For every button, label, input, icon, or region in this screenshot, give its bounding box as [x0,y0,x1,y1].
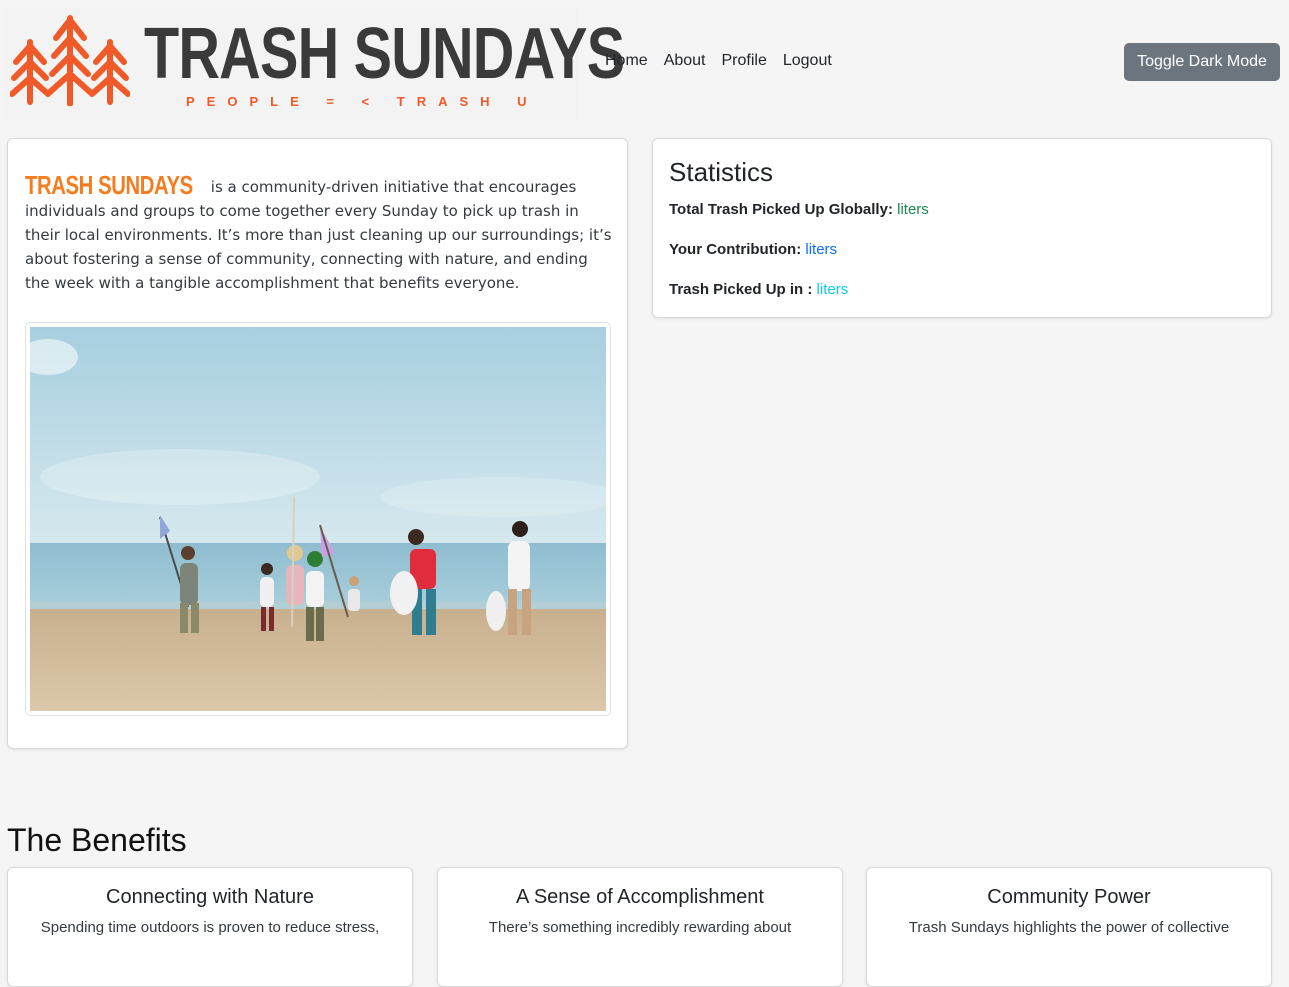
intro-card: TRASH SUNDAYS is a community-driven init… [7,138,628,749]
brand-title: TRASH SUNDAYS [144,14,625,94]
nav-profile[interactable]: Profile [722,52,767,70]
stat-your-contribution-label: Your Contribution: [669,241,802,258]
pine-trees-icon [10,15,130,106]
benefits-heading: The Benefits [7,822,187,858]
nav-about[interactable]: About [664,52,706,70]
stat-total-global: Total Trash Picked Up Globally: liters [669,201,929,218]
benefit-title: A Sense of Accomplishment [516,886,764,908]
statistics-title: Statistics [669,157,774,187]
stat-picked-up-in-value: liters [816,281,849,298]
benefit-description: Trash Sundays highlights the power of co… [908,919,1230,936]
main-nav: Home About Profile Logout [605,52,832,70]
benefit-description: Spending time outdoors is proven to redu… [40,919,380,936]
brand-tagline: PEOPLE = < TRASH U [186,94,539,109]
nav-home[interactable]: Home [605,52,648,70]
benefit-card-accomplishment: A Sense of Accomplishment There’s someth… [437,867,843,987]
stat-picked-up-in-label: Trash Picked Up in : [669,281,813,298]
benefit-description: There’s something incredibly rewarding a… [488,919,792,936]
intro-brand-name: TRASH SUNDAYS [25,170,193,200]
nav-logout[interactable]: Logout [783,52,832,70]
stat-your-contribution-value: liters [805,241,838,258]
stat-picked-up-in: Trash Picked Up in : liters [669,281,848,298]
benefit-card-community: Community Power Trash Sundays highlights… [866,867,1272,987]
toggle-dark-mode-button[interactable]: Toggle Dark Mode [1124,43,1280,81]
site-logo[interactable]: TRASH SUNDAYS PEOPLE = < TRASH U [4,8,625,120]
site-header: TRASH SUNDAYS PEOPLE = < TRASH U Home Ab… [0,0,1289,125]
benefit-title: Connecting with Nature [106,886,314,908]
photo-frame [25,322,611,716]
benefit-title: Community Power [987,886,1151,908]
stat-your-contribution: Your Contribution: liters [669,241,837,258]
statistics-card: Statistics Total Trash Picked Up Globall… [652,138,1272,318]
benefit-card-nature: Connecting with Nature Spending time out… [7,867,413,987]
intro-paragraph: TRASH SUNDAYS is a community-driven init… [25,170,615,295]
stat-total-global-value: liters [897,201,929,218]
stat-total-global-label: Total Trash Picked Up Globally: [669,201,893,218]
beach-cleanup-photo [30,327,606,711]
